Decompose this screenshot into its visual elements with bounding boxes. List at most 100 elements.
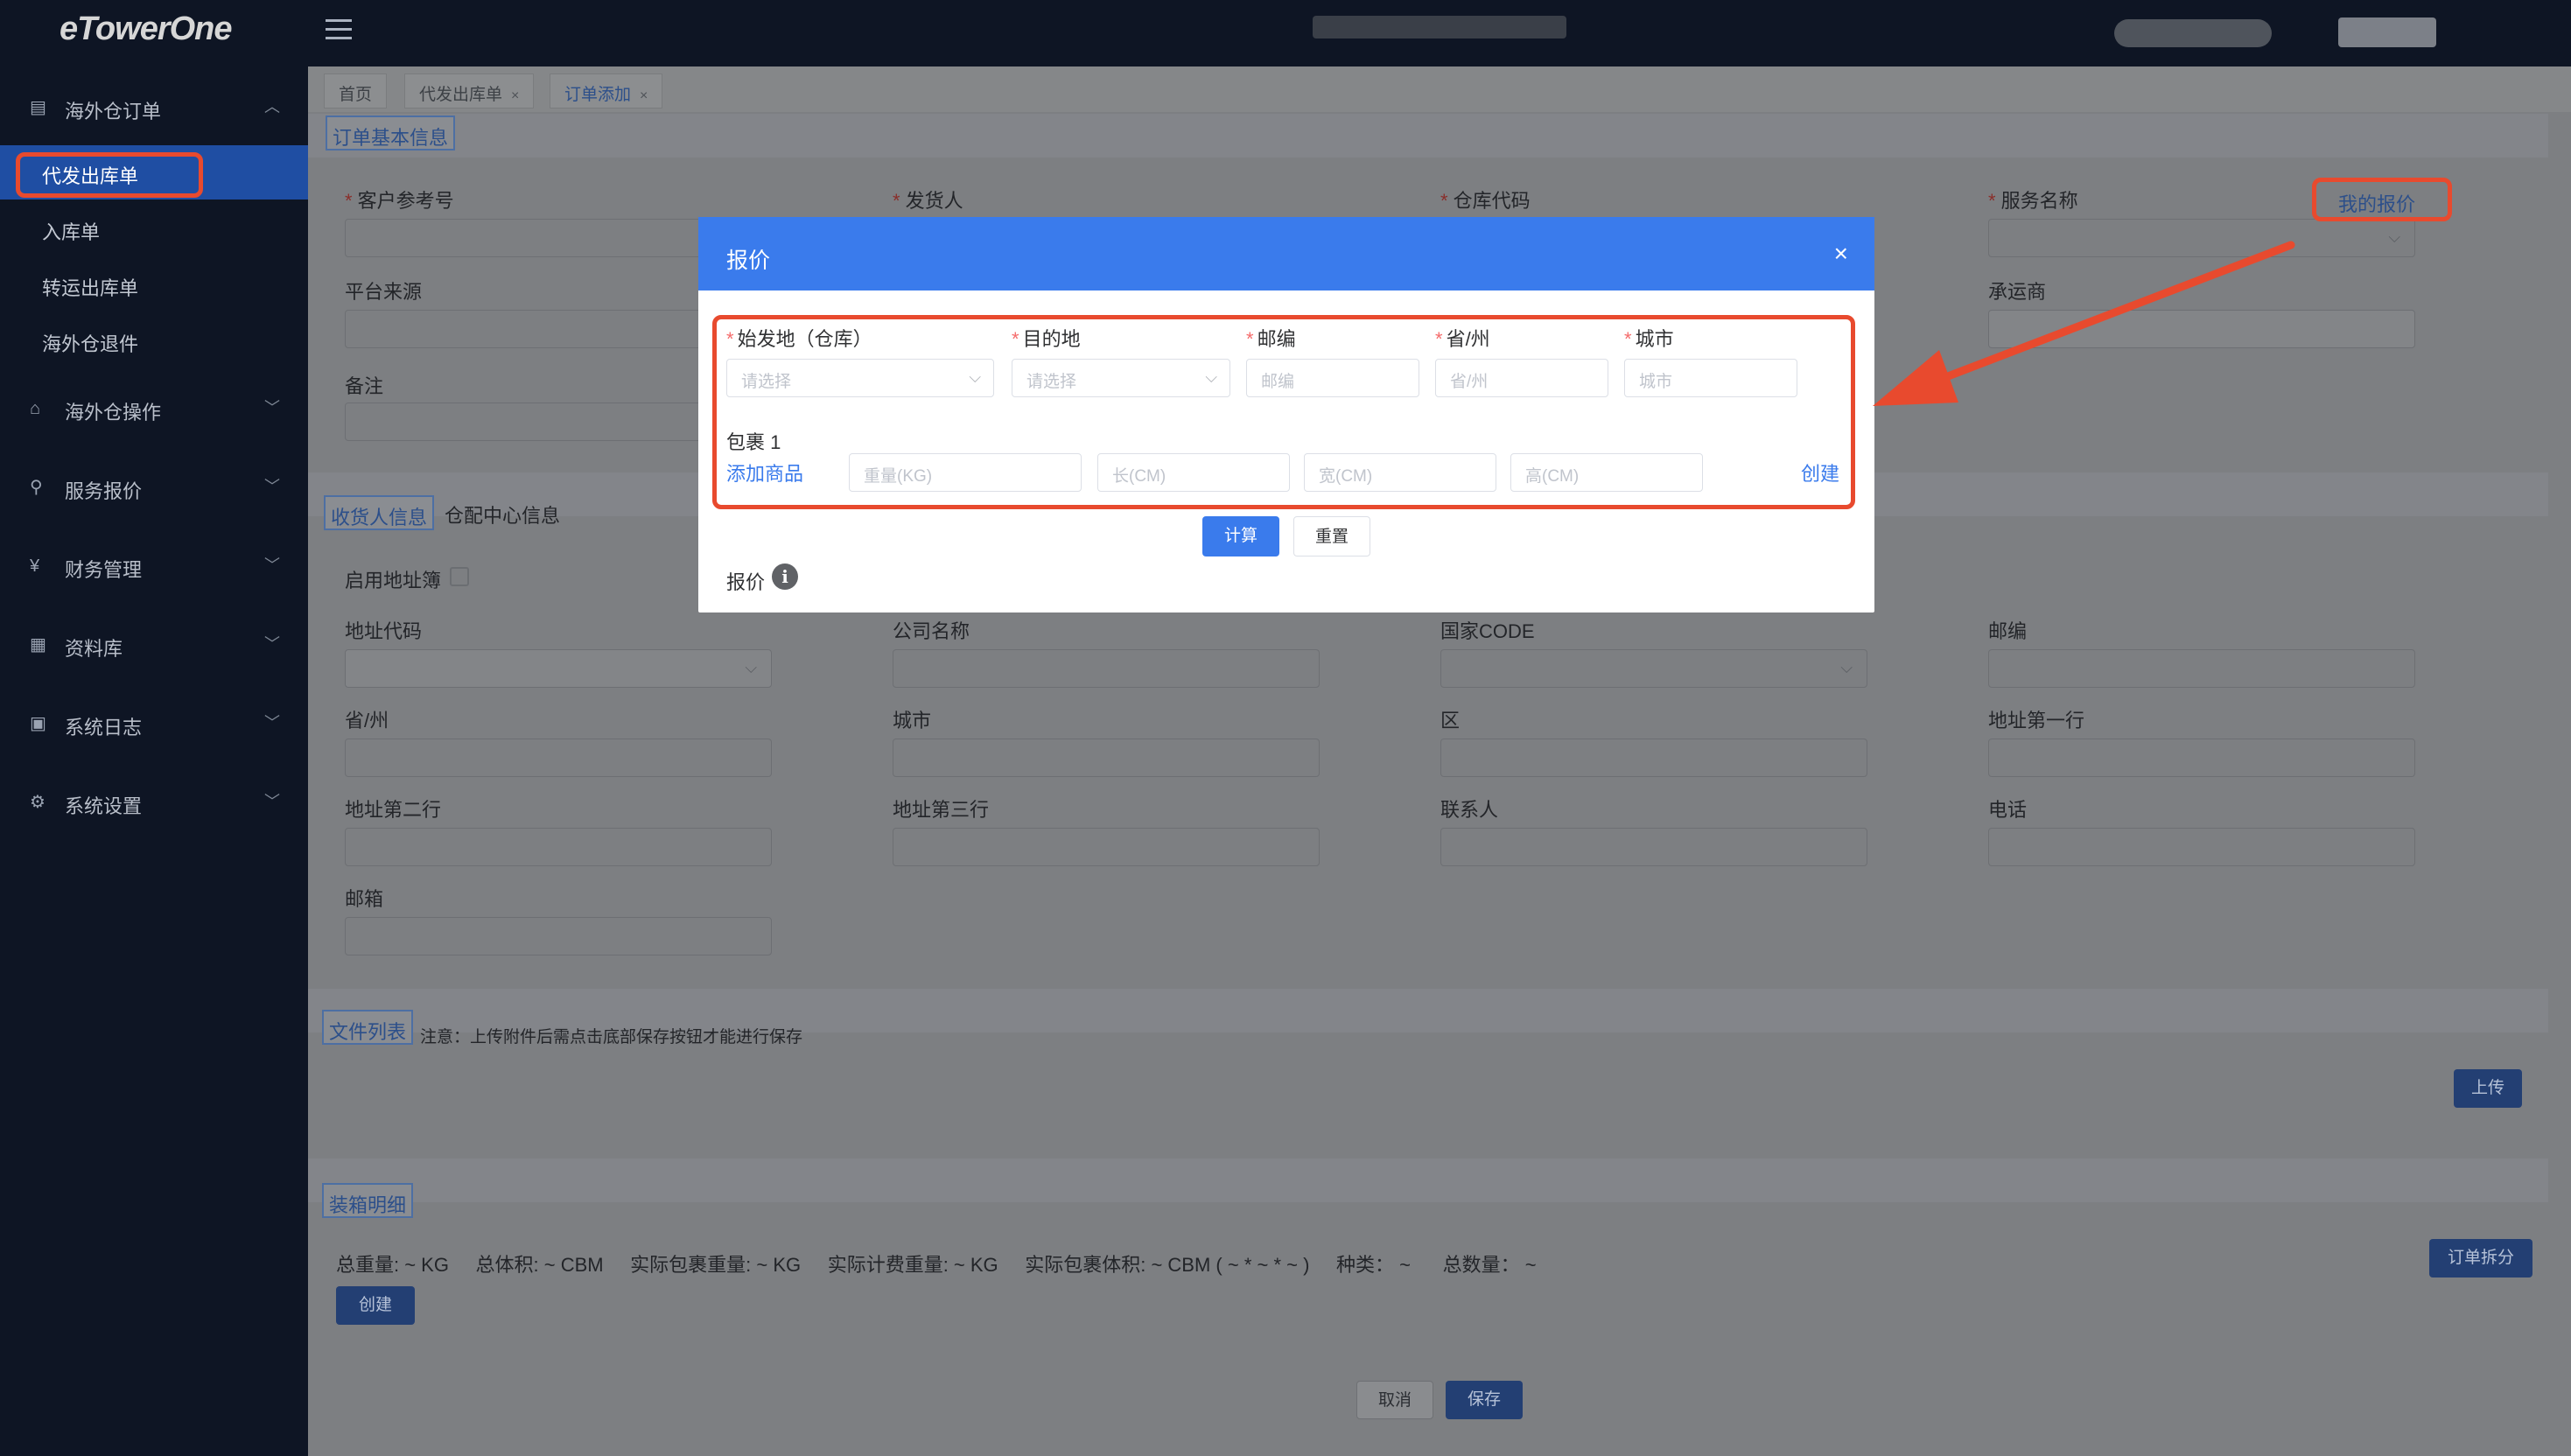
chevron-down-icon: ﹀ [264,478,280,495]
quote-result-label: 报价 [726,571,766,593]
currency-icon: ¥ [30,556,40,576]
label-province: 省/州 [345,710,389,732]
address-book-checkbox[interactable] [450,567,469,586]
close-icon[interactable]: × [511,88,519,103]
sidebar-item-transfer-outbound[interactable]: 转运出库单 [0,257,308,312]
label-postcode: 邮编 [1988,620,2028,642]
label-warehouse-code: * 仓库代码 [1440,190,1531,212]
sidebar-group-finance[interactable]: ¥ 财务管理 ﹀ [0,539,308,592]
packing-bar [308,1158,2548,1202]
tab-bar: 首页 代发出库单 × 订单添加 × [308,66,2571,112]
tab-home[interactable]: 首页 [324,74,388,108]
contact-input[interactable] [1440,828,1867,866]
address3-input[interactable] [893,828,1320,866]
label-phone: 电话 [1988,799,2028,821]
sidebar-item-overseas-returns[interactable]: 海外仓退件 [0,313,308,368]
label-company-name: 公司名称 [893,620,970,642]
gear-icon: ⚙ [30,793,46,812]
annotation-arrow [1873,241,2295,406]
upload-button[interactable]: 上传 [2454,1069,2522,1108]
annotation-box-my-quote [2312,178,2452,221]
order-split-button[interactable]: 订单拆分 [2429,1239,2532,1278]
blurred-title [1313,16,1566,38]
country-code-select[interactable]: ⌵ [1440,649,1867,688]
save-button[interactable]: 保存 [1446,1381,1523,1419]
phone-input[interactable] [1988,828,2415,866]
sidebar-group-overseas-orders[interactable]: ▤ 海外仓订单 ︿ [0,80,308,133]
quote-modal: 报价 × * 始发地（仓库） * 目的地 * 邮编 * 省/州 * 城市 请选择 ⌵ 请选择… [698,217,1874,612]
sidebar-group-system-log[interactable]: ▣ 系统日志 ﹀ [0,696,308,749]
sidebar-group-service-quote[interactable]: ⚲ 服务报价 ﹀ [0,460,308,513]
chevron-down-icon: ﹀ [264,399,280,416]
blurred-user-info [2114,19,2272,47]
email-input[interactable] [345,917,772,956]
label-customer-ref: * 客户参考号 [345,190,454,212]
annotation-box-sidebar [16,152,203,198]
section-basic-info: 订单基本信息 [326,116,456,150]
section-packing-detail: 装箱明细 [322,1183,414,1218]
label-address3: 地址第三行 [893,799,990,821]
label-email: 邮箱 [345,888,384,910]
address2-input[interactable] [345,828,772,866]
close-icon[interactable]: × [640,88,648,103]
blurred-avatar[interactable] [2338,18,2436,47]
sidebar-group-overseas-ops[interactable]: ⌂ 海外仓操作 ﹀ [0,382,308,434]
district-input[interactable] [1440,738,1867,777]
tab-order-add[interactable]: 订单添加 × [550,74,663,108]
address-code-select[interactable]: ⌵ [345,649,772,688]
packing-summary: 总重量: ~ KG 总体积: ~ CBM 实际包裹重量: ~ KG 实际计费重量… [336,1254,1537,1276]
label-use-address-book: 启用地址簿 [345,570,442,592]
top-bar: eTowerOne [0,0,2571,66]
chevron-up-icon: ︿ [264,98,280,116]
chevron-down-icon: ﹀ [264,714,280,732]
chevron-down-icon: ⌵ [745,659,757,676]
chevron-down-icon: ﹀ [264,793,280,810]
chevron-down-icon: ﹀ [264,635,280,653]
cancel-button[interactable]: 取消 [1356,1381,1433,1419]
label-address-code: 地址代码 [345,620,423,642]
company-name-input[interactable] [893,649,1320,688]
modal-header: 报价 × [698,217,1874,290]
upload-note: 注意：上传附件后需点击底部保存按钮才能进行保存 [420,1028,803,1046]
modal-title: 报价 [726,248,771,273]
label-address2: 地址第二行 [345,799,442,821]
calculate-button[interactable]: 计算 [1202,516,1279,556]
info-icon[interactable]: i [772,564,798,590]
share-icon: ⚲ [30,478,43,497]
sidebar-group-system-settings[interactable]: ⚙ 系统设置 ﹀ [0,775,308,828]
label-contact: 联系人 [1440,799,1499,821]
label-platform-source: 平台来源 [345,281,423,303]
reset-button[interactable]: 重置 [1293,516,1370,556]
order-icon: ▤ [30,98,46,117]
chevron-down-icon: ⌵ [2388,228,2400,246]
label-address1: 地址第一行 [1988,710,2085,732]
packing-create-button[interactable]: 创建 [336,1286,415,1325]
chevron-down-icon: ⌵ [1840,659,1853,676]
annotation-box-modal-form [712,315,1855,509]
sidebar-group-library[interactable]: ▦ 资料库 ﹀ [0,618,308,670]
province-input[interactable] [345,738,772,777]
close-icon[interactable]: × [1834,240,1848,268]
address1-input[interactable] [1988,738,2415,777]
tab-receiver-info[interactable]: 收货人信息 [324,495,435,530]
tab-dropship-outbound[interactable]: 代发出库单 × [404,74,535,108]
label-remark: 备注 [345,375,384,397]
calendar-icon: ▣ [30,714,46,733]
app-logo: eTowerOne [60,10,233,47]
label-shipper: * 发货人 [893,190,963,212]
basic-info-bar [308,114,2548,158]
grid-icon: ▦ [30,635,46,654]
section-file-list: 文件列表 [322,1010,414,1045]
label-country-code: 国家CODE [1440,620,1535,642]
label-city: 城市 [893,710,932,732]
warehouse-icon: ⌂ [30,399,41,418]
city-input[interactable] [893,738,1320,777]
menu-toggle-icon[interactable] [326,19,352,44]
sidebar-item-inbound[interactable]: 入库单 [0,201,308,256]
chevron-down-icon: ﹀ [264,556,280,574]
label-service-name: * 服务名称 [1988,190,2078,212]
tab-distribution-center[interactable]: 仓配中心信息 [445,500,560,528]
sidebar: ▤ 海外仓订单 ︿ 代发出库单 入库单 转运出库单 海外仓退件 ⌂ 海外仓操作 … [0,66,308,1456]
label-district: 区 [1440,710,1461,732]
postcode-input[interactable] [1988,649,2415,688]
